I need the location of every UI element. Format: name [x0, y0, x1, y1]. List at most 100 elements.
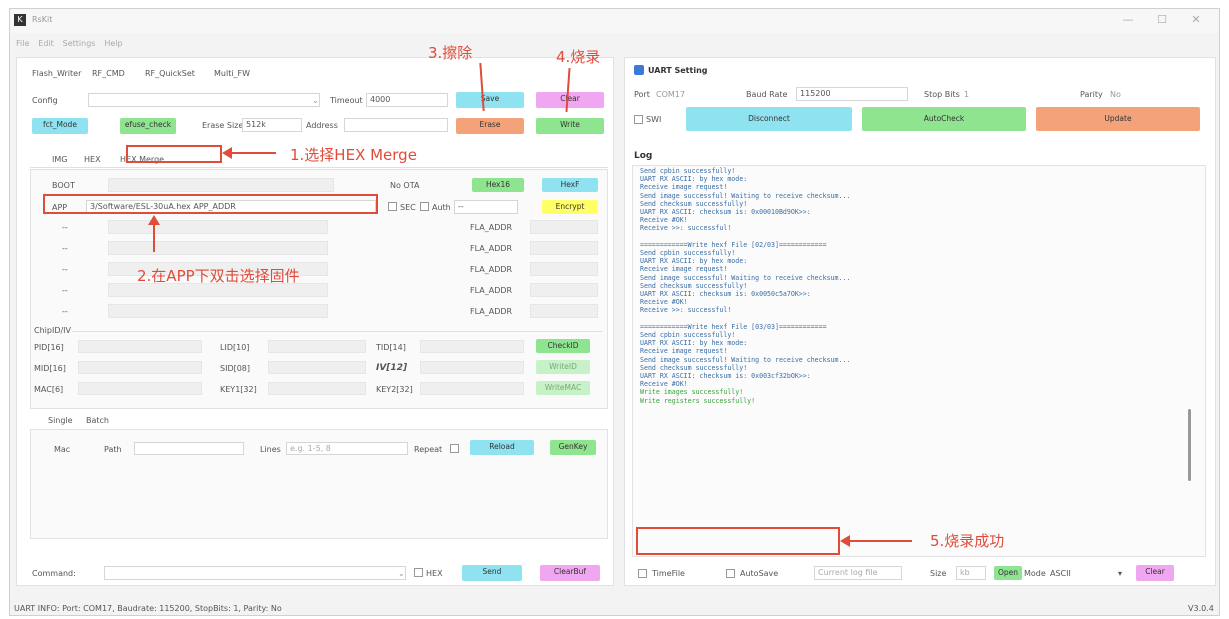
- open-button[interactable]: Open: [994, 566, 1022, 580]
- batch-path-input[interactable]: [134, 442, 244, 455]
- lines-input[interactable]: e.g. 1-5, 8: [286, 442, 408, 455]
- pid-input[interactable]: [78, 340, 202, 353]
- efuse-check-button[interactable]: efuse_check: [120, 118, 176, 134]
- slot-path[interactable]: [108, 220, 328, 234]
- hex-checkbox[interactable]: [414, 568, 423, 577]
- uart-setting-checkbox[interactable]: [634, 65, 644, 75]
- log-line: UART RX ASCII: by hex mode:: [640, 339, 748, 348]
- app-path-highlight: [43, 194, 378, 214]
- slot-path[interactable]: [108, 304, 328, 318]
- subtab-img[interactable]: IMG: [52, 155, 67, 164]
- command-input[interactable]: [104, 566, 406, 580]
- tab-divider: [30, 167, 608, 168]
- baud-select[interactable]: 115200: [796, 87, 908, 101]
- port-select[interactable]: COM17: [656, 90, 685, 99]
- sec-checkbox[interactable]: [388, 202, 397, 211]
- sid-input[interactable]: [268, 361, 366, 374]
- hex16-button[interactable]: Hex16: [472, 178, 524, 192]
- slot-select[interactable]: --: [62, 286, 68, 295]
- hexf-button[interactable]: HexF: [542, 178, 598, 192]
- menu-edit[interactable]: Edit: [38, 39, 54, 48]
- tab-single[interactable]: Single: [48, 416, 73, 425]
- auth-input[interactable]: --: [454, 200, 518, 214]
- port-label: Port: [634, 90, 650, 99]
- annotation-2: 2.在APP下双击选择固件: [137, 267, 300, 285]
- write-button[interactable]: Write: [536, 118, 604, 134]
- tab-flash-writer[interactable]: Flash_Writer: [32, 69, 81, 78]
- parity-select[interactable]: No: [1110, 90, 1121, 99]
- fla-addr-label: FLA_ADDR: [470, 223, 513, 232]
- tab-rf-cmd[interactable]: RF_CMD: [92, 69, 125, 78]
- disconnect-button[interactable]: Disconnect: [686, 107, 852, 131]
- menu-help[interactable]: Help: [104, 39, 122, 48]
- mac-input[interactable]: [78, 382, 202, 395]
- fct-mode-button[interactable]: fct_Mode: [32, 118, 88, 134]
- uart-setting-title: UART Setting: [648, 66, 708, 75]
- fla-addr-input[interactable]: [530, 283, 598, 297]
- save-button[interactable]: Save: [456, 92, 524, 108]
- swi-checkbox[interactable]: [634, 115, 643, 124]
- iv-input[interactable]: [420, 361, 524, 374]
- close-icon[interactable]: ✕: [1188, 13, 1204, 27]
- send-button[interactable]: Send: [462, 565, 522, 581]
- boot-select[interactable]: BOOT: [52, 181, 75, 190]
- log-output[interactable]: Send cpbin successfully! UART RX ASCII: b…: [640, 167, 1180, 555]
- slot-select[interactable]: --: [62, 265, 68, 274]
- writemac-button[interactable]: WriteMAC: [536, 381, 590, 395]
- log-line: Receive #OK!: [640, 216, 688, 225]
- subtab-hex[interactable]: HEX: [84, 155, 101, 164]
- fla-addr-input[interactable]: [530, 220, 598, 234]
- menu-settings[interactable]: Settings: [63, 39, 96, 48]
- timefile-checkbox[interactable]: [638, 569, 647, 578]
- writeid-button[interactable]: WriteID: [536, 360, 590, 374]
- auth-checkbox[interactable]: [420, 202, 429, 211]
- mid-input[interactable]: [78, 361, 202, 374]
- mode-select[interactable]: ASCII: [1050, 569, 1071, 578]
- chevron-down-icon: ⌄: [312, 96, 319, 105]
- autosave-checkbox[interactable]: [726, 569, 735, 578]
- encrypt-button[interactable]: Encrypt: [542, 200, 598, 214]
- current-log-file-input[interactable]: Current log file: [814, 566, 902, 580]
- address-input[interactable]: [344, 118, 448, 132]
- lid-input[interactable]: [268, 340, 366, 353]
- log-scrollbar[interactable]: [1188, 409, 1191, 481]
- key1-input[interactable]: [268, 382, 366, 395]
- minimize-icon[interactable]: —: [1120, 13, 1136, 27]
- maximize-icon[interactable]: ☐: [1154, 13, 1170, 27]
- fla-addr-input[interactable]: [530, 262, 598, 276]
- update-button[interactable]: Update: [1036, 107, 1200, 131]
- autocheck-button[interactable]: AutoCheck: [862, 107, 1026, 131]
- key2-input[interactable]: [420, 382, 524, 395]
- app-title: RsKit: [32, 15, 53, 24]
- arrowhead-icon: [222, 147, 232, 159]
- erase-size-select[interactable]: 512k: [242, 118, 302, 132]
- clearbuf-button[interactable]: ClearBuf: [540, 565, 600, 581]
- slot-select[interactable]: --: [62, 223, 68, 232]
- erase-button[interactable]: Erase: [456, 118, 524, 134]
- log-clear-button[interactable]: Clear: [1136, 565, 1174, 581]
- slot-path[interactable]: [108, 241, 328, 255]
- boot-path[interactable]: [108, 178, 334, 192]
- config-select[interactable]: [88, 93, 320, 107]
- tid-input[interactable]: [420, 340, 524, 353]
- checkid-button[interactable]: CheckID: [536, 339, 590, 353]
- tab-multi-fw[interactable]: Multi_FW: [214, 69, 250, 78]
- clear-button[interactable]: Clear: [536, 92, 604, 108]
- reload-button[interactable]: Reload: [470, 440, 534, 455]
- repeat-checkbox[interactable]: [450, 444, 459, 453]
- fla-addr-input[interactable]: [530, 241, 598, 255]
- stopbits-select[interactable]: 1: [964, 90, 969, 99]
- app-window: K RsKit — ☐ ✕ File Edit Settings Help Fl…: [9, 8, 1220, 616]
- slot-select[interactable]: --: [62, 307, 68, 316]
- size-unit[interactable]: kb: [956, 566, 986, 580]
- log-line: Send cpbin successfully!: [640, 331, 736, 340]
- tab-batch[interactable]: Batch: [86, 416, 109, 425]
- slot-select[interactable]: --: [62, 244, 68, 253]
- ota-select[interactable]: No OTA: [390, 181, 419, 190]
- tab-rf-quickset[interactable]: RF_QuickSet: [145, 69, 195, 78]
- fla-addr-input[interactable]: [530, 304, 598, 318]
- menu-file[interactable]: File: [16, 39, 29, 48]
- genkey-button[interactable]: GenKey: [550, 440, 596, 455]
- timeout-input[interactable]: 4000: [366, 93, 448, 107]
- sec-label: SEC: [400, 203, 416, 212]
